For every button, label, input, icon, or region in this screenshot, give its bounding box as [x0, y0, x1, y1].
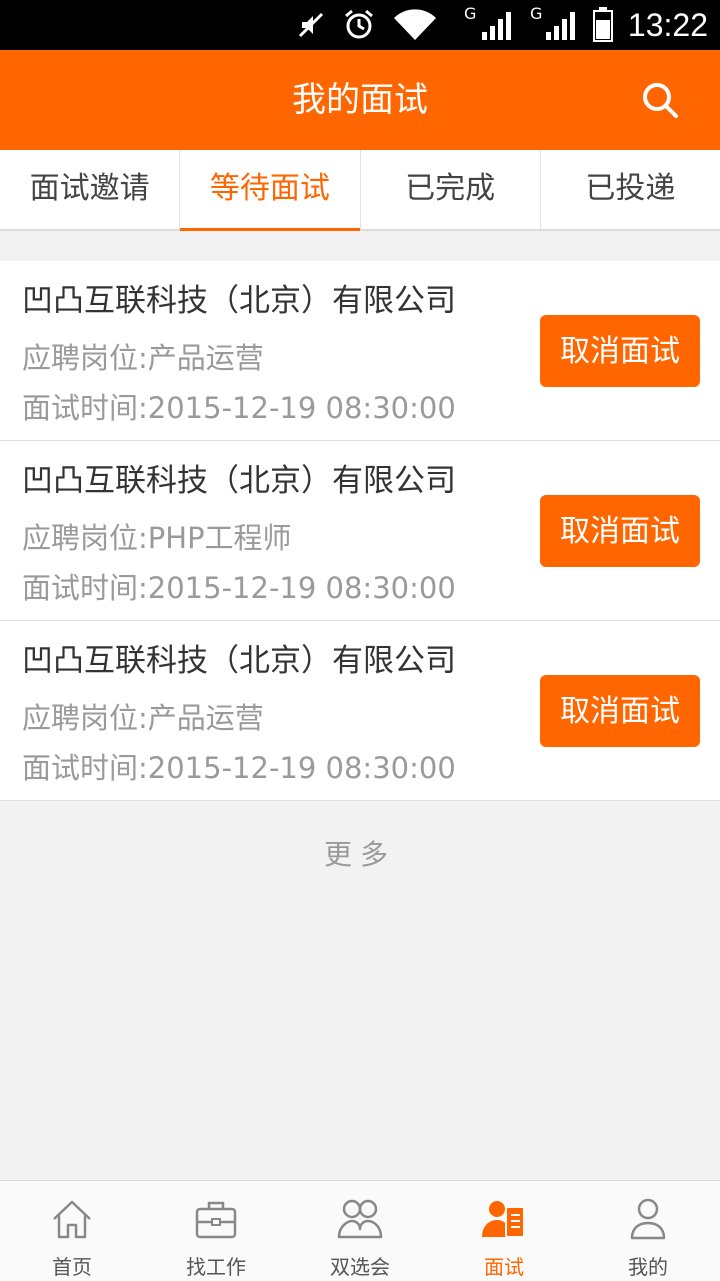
nav-label: 我的	[628, 1255, 668, 1279]
nav-label: 找工作	[186, 1255, 246, 1279]
cancel-interview-button[interactable]: 取消面试	[540, 315, 700, 387]
page-title: 我的面试	[292, 80, 428, 120]
tab-completed[interactable]: 已完成	[361, 150, 541, 229]
cancel-interview-button[interactable]: 取消面试	[540, 495, 700, 567]
tab-pending[interactable]: 等待面试	[180, 150, 361, 231]
job-position: 应聘岗位:产品运营	[22, 341, 264, 375]
search-icon[interactable]	[640, 80, 680, 120]
nav-label: 首页	[52, 1255, 92, 1279]
nav-find-job[interactable]: 找工作	[144, 1181, 288, 1281]
interview-item: 凹凸互联科技（北京）有限公司 应聘岗位:产品运营 面试时间:2015-12-19…	[0, 621, 720, 801]
job-position: 应聘岗位:PHP工程师	[22, 521, 292, 555]
tab-invitations[interactable]: 面试邀请	[0, 150, 181, 229]
interview-item: 凹凸互联科技（北京）有限公司 应聘岗位:产品运营 面试时间:2015-12-19…	[0, 261, 720, 441]
people-icon	[337, 1199, 383, 1239]
company-name: 凹凸互联科技（北京）有限公司	[22, 463, 456, 499]
network-type-label: G	[530, 4, 543, 23]
interview-icon	[482, 1201, 525, 1238]
mute-icon	[298, 12, 324, 38]
home-icon	[53, 1200, 91, 1239]
nav-interview[interactable]: 面试	[432, 1181, 576, 1281]
interview-time: 面试时间:2015-12-19 08:30:00	[22, 391, 456, 425]
interview-time: 面试时间:2015-12-19 08:30:00	[22, 571, 456, 605]
tab-submitted[interactable]: 已投递	[541, 150, 720, 229]
nav-label: 面试	[484, 1255, 524, 1279]
nav-job-fair[interactable]: 双选会	[288, 1181, 432, 1281]
status-bar: G G 13:22	[0, 0, 720, 50]
interview-list: 凹凸互联科技（北京）有限公司 应聘岗位:产品运营 面试时间:2015-12-19…	[0, 261, 720, 801]
app-header: 我的面试	[0, 50, 720, 150]
nav-profile[interactable]: 我的	[576, 1181, 720, 1281]
job-position: 应聘岗位:产品运营	[22, 701, 264, 735]
battery-icon	[593, 7, 613, 42]
wifi-icon	[394, 9, 436, 40]
signal-icon	[546, 12, 575, 40]
load-more-button[interactable]: 更多	[0, 820, 720, 890]
profile-icon	[630, 1198, 666, 1240]
company-name: 凹凸互联科技（北京）有限公司	[22, 283, 456, 319]
interview-item: 凹凸互联科技（北京）有限公司 应聘岗位:PHP工程师 面试时间:2015-12-…	[0, 441, 720, 621]
company-name: 凹凸互联科技（北京）有限公司	[22, 643, 456, 679]
network-type-label: G	[464, 4, 477, 23]
nav-home[interactable]: 首页	[0, 1181, 144, 1281]
interview-time: 面试时间:2015-12-19 08:30:00	[22, 751, 456, 785]
bottom-navigation: 首页 找工作 双选会 面试 我的	[0, 1180, 720, 1281]
briefcase-icon	[195, 1201, 237, 1239]
cancel-interview-button[interactable]: 取消面试	[540, 675, 700, 747]
nav-label: 双选会	[330, 1255, 390, 1279]
alarm-icon	[345, 9, 373, 39]
status-time: 13:22	[627, 7, 708, 43]
interview-tabs: 面试邀请 等待面试 已完成 已投递	[0, 150, 720, 231]
signal-icon	[482, 12, 511, 40]
